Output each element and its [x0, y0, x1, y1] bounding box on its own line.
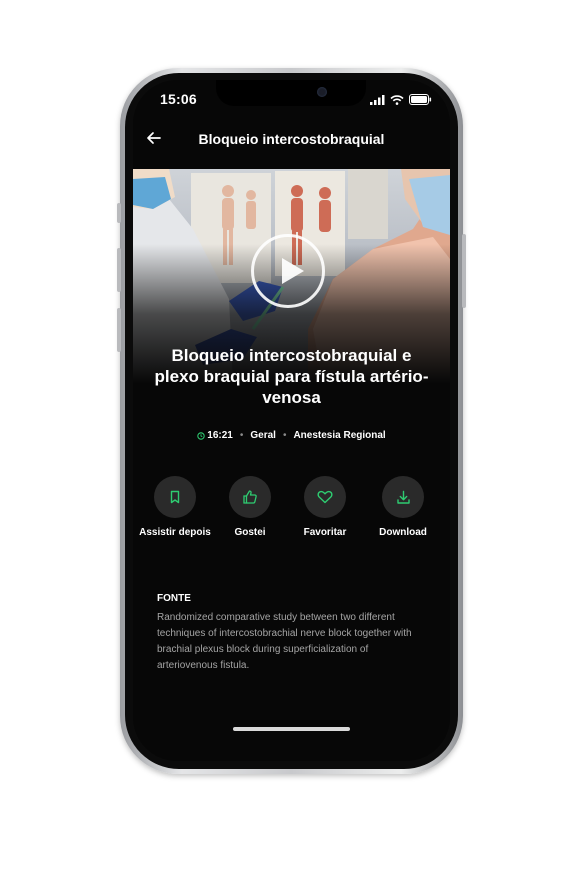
clock-icon [197, 431, 205, 440]
action-label: Download [379, 527, 427, 538]
screen: 15:06 Bloqueio intercostobraquial Bloque… [133, 80, 450, 761]
watch-later-button[interactable]: Assistir depois [135, 476, 215, 539]
app-bar: Bloqueio intercostobraquial [133, 124, 450, 154]
bookmark-icon [170, 490, 180, 504]
category-label[interactable]: Geral [250, 430, 276, 441]
action-circle [154, 476, 196, 518]
notch [216, 80, 366, 106]
page-title: Bloqueio intercostobraquial [198, 131, 385, 147]
home-indicator[interactable] [233, 727, 350, 731]
heart-icon [317, 490, 333, 504]
duration-text: 16:21 [207, 430, 233, 441]
action-label: Assistir depois [139, 527, 211, 538]
video-meta: 16:21 • Geral • Anestesia Regional [133, 430, 450, 441]
video-title: Bloqueio intercostobraquial e plexo braq… [154, 346, 429, 407]
source-heading: FONTE [157, 593, 191, 604]
meta-separator: • [239, 430, 244, 441]
like-button[interactable]: Gostei [210, 476, 290, 539]
volume-down-button [117, 308, 121, 352]
download-icon [396, 490, 410, 504]
thumbs-up-icon [243, 490, 257, 504]
action-circle [382, 476, 424, 518]
action-circle [304, 476, 346, 518]
volume-up-button [117, 248, 121, 292]
status-icons [370, 94, 432, 105]
power-button [462, 234, 466, 308]
favorite-button[interactable]: Favoritar [285, 476, 365, 539]
signal-icon [370, 94, 385, 105]
duration: 16:21 [197, 430, 233, 441]
meta-separator: • [282, 430, 287, 441]
status-time: 15:06 [160, 91, 197, 107]
action-circle [229, 476, 271, 518]
mute-switch [117, 203, 121, 223]
play-icon[interactable] [251, 234, 325, 308]
battery-icon [409, 94, 432, 105]
front-camera [317, 87, 327, 97]
topic-label[interactable]: Anestesia Regional [293, 430, 385, 441]
action-label: Gostei [234, 527, 266, 538]
source-text: Randomized comparative study between two… [157, 612, 412, 671]
download-button[interactable]: Download [363, 476, 443, 539]
action-label: Favoritar [303, 527, 347, 538]
wifi-icon [390, 94, 404, 105]
